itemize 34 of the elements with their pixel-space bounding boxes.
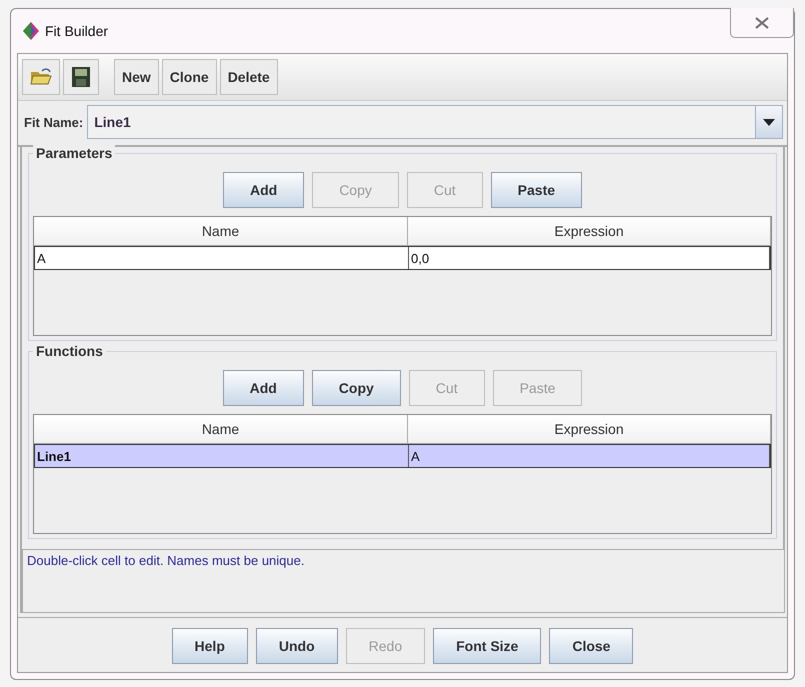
- table-cell: 0,0: [409, 247, 770, 269]
- footer-button[interactable]: Help: [172, 628, 248, 664]
- window-title: Fit Builder: [45, 23, 108, 39]
- column-header[interactable]: Expression: [408, 217, 771, 246]
- save-button[interactable]: [63, 59, 99, 95]
- footer-button[interactable]: Font Size: [433, 628, 542, 664]
- open-button[interactable]: [22, 59, 60, 95]
- section-title: Parameters: [33, 145, 116, 161]
- action-button[interactable]: Paste: [490, 172, 582, 208]
- dropdown-arrow-icon: [763, 118, 775, 126]
- column-header[interactable]: Name: [34, 217, 408, 246]
- toolbar-button[interactable]: New: [114, 59, 159, 95]
- app-logo-icon: [23, 22, 39, 40]
- fit-name-dropdown[interactable]: Line1: [87, 105, 783, 139]
- close-icon: [755, 16, 769, 28]
- table-cell: Line1: [35, 445, 409, 467]
- section-title: Functions: [33, 343, 106, 359]
- column-header[interactable]: Expression: [408, 415, 771, 444]
- footer-button[interactable]: Close: [549, 628, 634, 664]
- close-button[interactable]: [730, 8, 794, 38]
- table-row[interactable]: A 0,0: [34, 246, 771, 270]
- open-folder-icon: [30, 68, 52, 86]
- table-cell: A: [409, 445, 770, 467]
- footer-button[interactable]: Undo: [256, 628, 338, 664]
- table-row[interactable]: Line1 A: [34, 444, 771, 468]
- action-button[interactable]: Add: [222, 172, 304, 208]
- toolbar-button[interactable]: Clone: [162, 59, 217, 95]
- status-message: Double-click cell to edit. Names must be unique.: [27, 553, 304, 568]
- table-cell: A: [35, 247, 409, 269]
- action-button[interactable]: Add: [222, 370, 304, 406]
- fit-name-label: Fit Name:: [24, 114, 84, 130]
- column-header[interactable]: Name: [34, 415, 408, 444]
- toolbar-button[interactable]: Delete: [220, 59, 278, 95]
- action-button[interactable]: Copy: [312, 370, 401, 406]
